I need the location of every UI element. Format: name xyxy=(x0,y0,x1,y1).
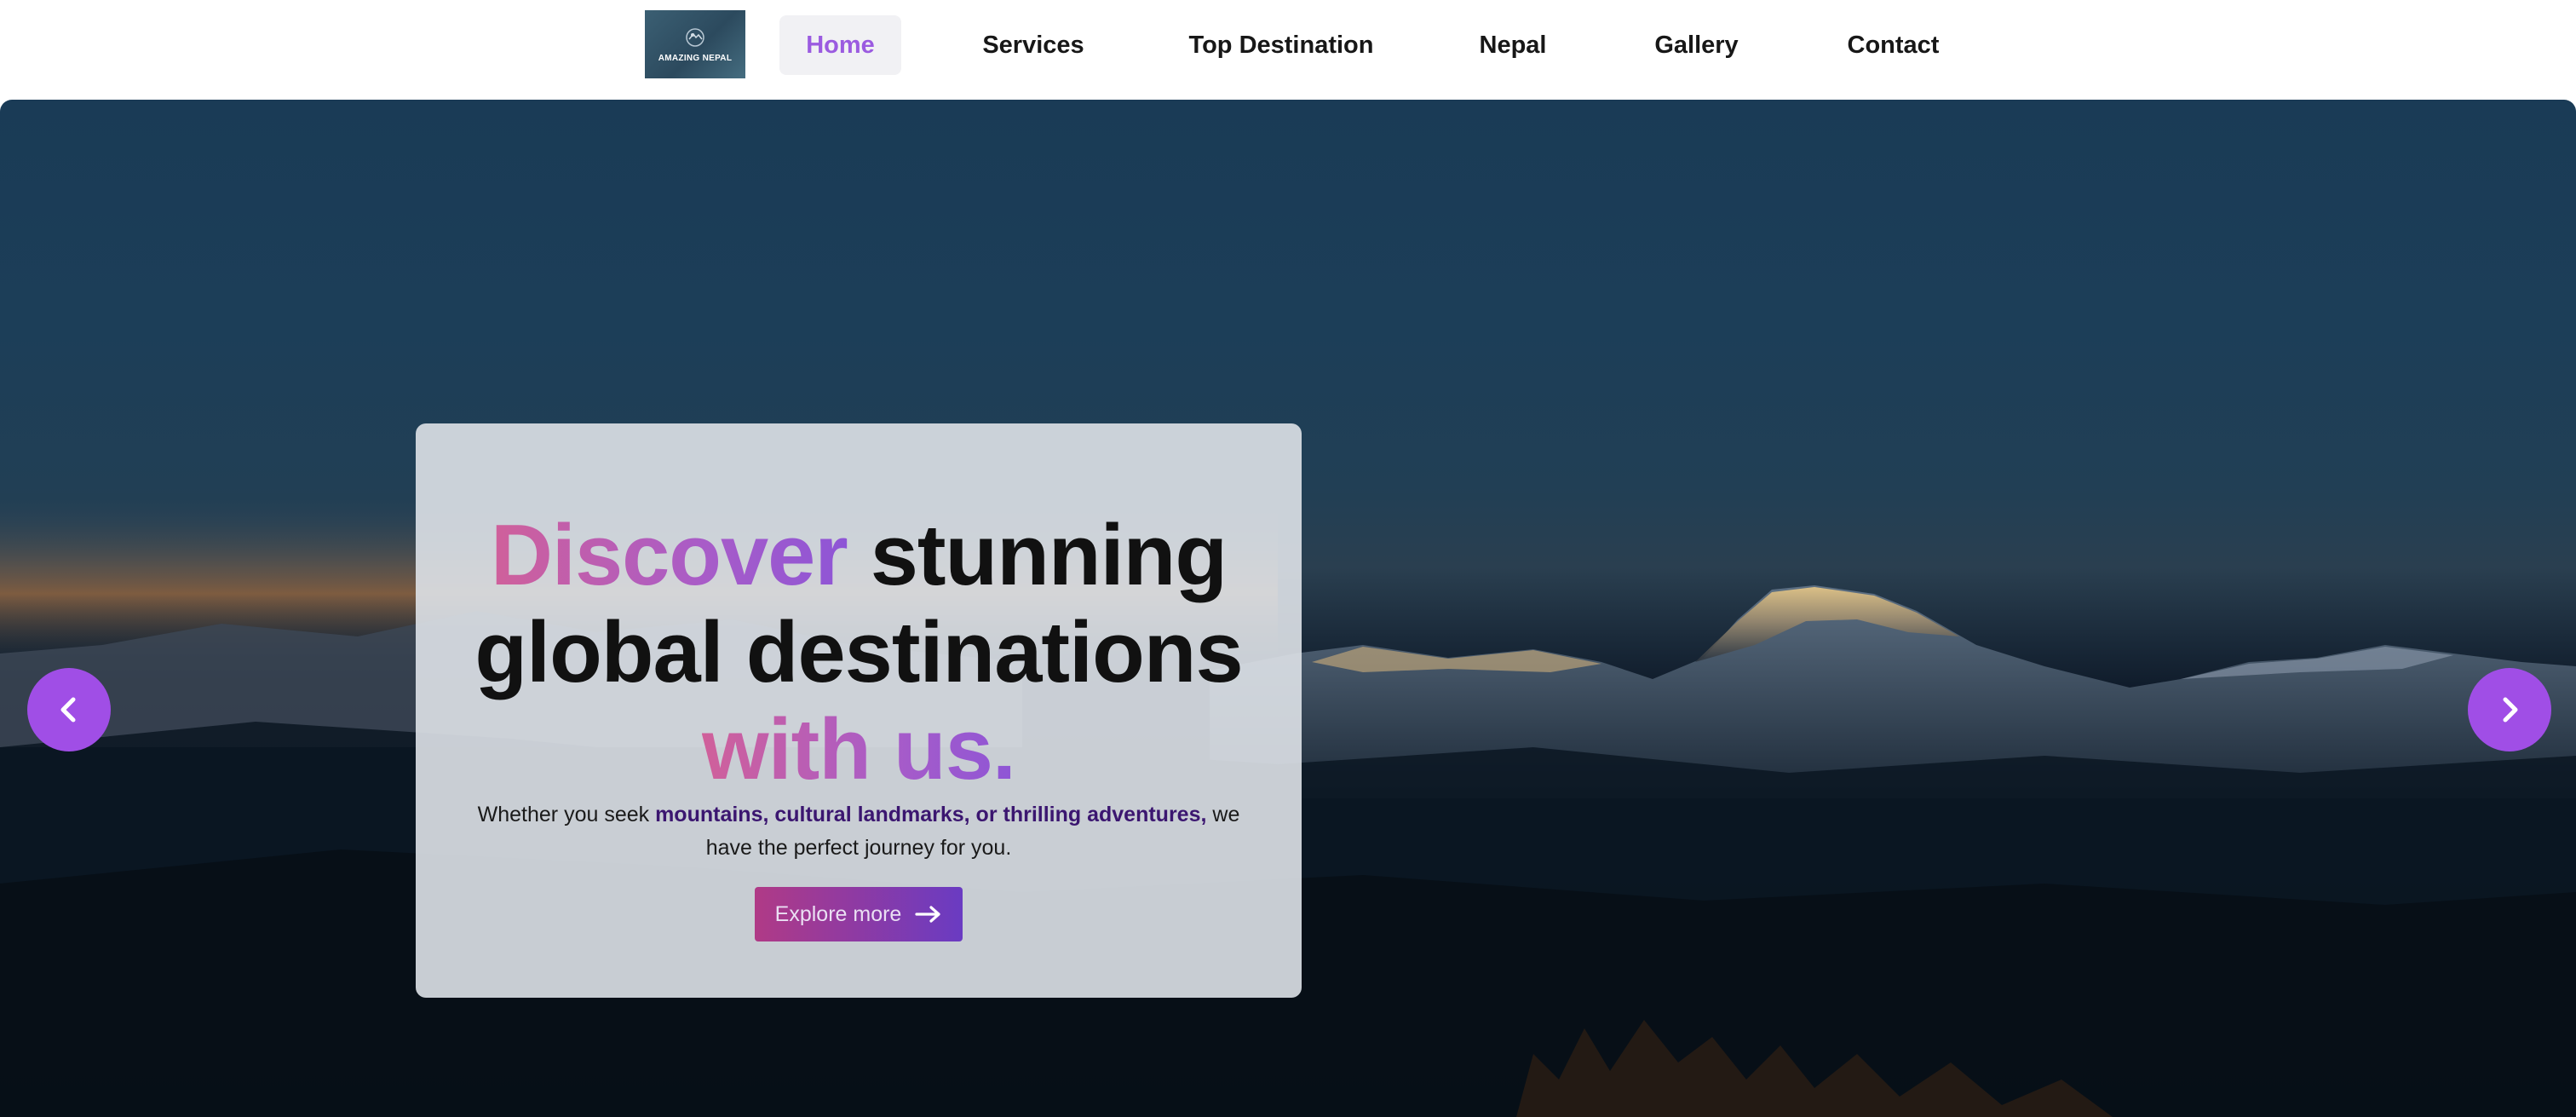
nav-item-contact[interactable]: Contact xyxy=(1837,15,1949,75)
explore-more-button[interactable]: Explore more xyxy=(755,887,963,941)
nav-item-home[interactable]: Home xyxy=(779,15,901,75)
nav-item-gallery[interactable]: Gallery xyxy=(1644,15,1749,75)
arrow-right-icon xyxy=(915,906,940,923)
top-navigation: AMAZING NEPAL Home Services Top Destinat… xyxy=(0,0,2576,100)
site-logo[interactable]: AMAZING NEPAL xyxy=(645,10,745,78)
nav-item-nepal[interactable]: Nepal xyxy=(1469,15,1557,75)
subtext-before: Whether you seek xyxy=(477,803,656,826)
chevron-left-icon xyxy=(60,697,76,723)
chevron-right-icon xyxy=(2503,697,2518,723)
hero-carousel: Discover stunning global destinations wi… xyxy=(0,100,2576,1117)
logo-text: AMAZING NEPAL xyxy=(658,53,733,63)
subtext-highlight: mountains, cultural landmarks, or thrill… xyxy=(655,803,1207,826)
nav-item-top-destination[interactable]: Top Destination xyxy=(1177,15,1385,75)
nav-item-services[interactable]: Services xyxy=(975,15,1091,75)
headline-accent-with-us: with us. xyxy=(702,702,1016,797)
explore-more-label: Explore more xyxy=(774,901,902,926)
hero-headline: Discover stunning global destinations wi… xyxy=(416,507,1302,798)
logo-mark-icon xyxy=(686,27,704,47)
carousel-prev-button[interactable] xyxy=(27,668,111,751)
hero-card: Discover stunning global destinations wi… xyxy=(416,423,1302,998)
hero-subtext: Whether you seek mountains, cultural lan… xyxy=(463,798,1255,865)
carousel-next-button[interactable] xyxy=(2468,668,2551,751)
headline-accent-discover: Discover xyxy=(490,508,848,603)
